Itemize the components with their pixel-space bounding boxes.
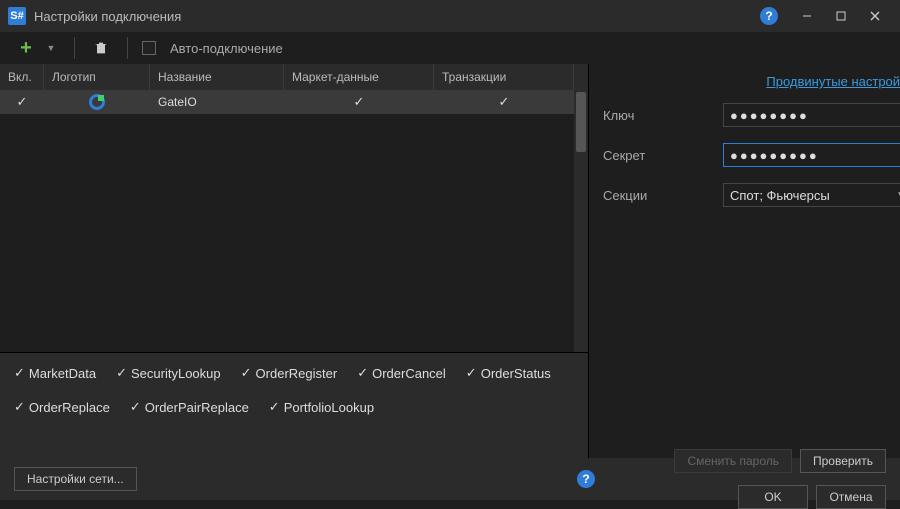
advanced-settings-link[interactable]: Продвинутые настройки bbox=[766, 74, 900, 89]
cell-logo bbox=[44, 90, 150, 114]
check-icon: ✓ bbox=[14, 365, 25, 381]
cap-label: PortfolioLookup bbox=[284, 400, 374, 415]
cap-label: OrderPairReplace bbox=[145, 400, 249, 415]
cap-label: OrderStatus bbox=[481, 366, 551, 381]
divider bbox=[127, 37, 128, 59]
cap-item[interactable]: ✓ PortfolioLookup bbox=[269, 399, 374, 415]
sections-value: Спот; Фьючерсы bbox=[730, 188, 830, 203]
cap-label: OrderRegister bbox=[256, 366, 338, 381]
check-icon: ✓ bbox=[241, 365, 252, 381]
grid-body[interactable]: ✓ GateIO ✓ ✓ bbox=[0, 90, 588, 352]
cap-item[interactable]: ✓ OrderPairReplace bbox=[130, 399, 249, 415]
cancel-button[interactable]: Отмена bbox=[816, 485, 886, 509]
col-logo[interactable]: Логотип bbox=[44, 64, 150, 90]
help-icon[interactable]: ? bbox=[577, 470, 595, 488]
capabilities-panel: ✓ MarketData ✓ SecurityLookup ✓ OrderRegist… bbox=[0, 352, 588, 458]
add-button[interactable]: + bbox=[14, 34, 38, 62]
cap-label: OrderReplace bbox=[29, 400, 110, 415]
check-icon: ✓ bbox=[130, 399, 141, 415]
cap-item[interactable]: ✓ SecurityLookup bbox=[116, 365, 221, 381]
network-settings-button[interactable]: Настройки сети... bbox=[14, 467, 137, 491]
gateio-logo-icon bbox=[89, 94, 105, 110]
window-title: Настройки подключения bbox=[34, 9, 760, 24]
properties-panel: Продвинутые настройки Ключ Секрет Секции… bbox=[589, 64, 900, 458]
cap-label: MarketData bbox=[29, 366, 96, 381]
secret-label: Секрет bbox=[603, 148, 723, 163]
divider bbox=[74, 37, 75, 59]
help-icon[interactable]: ? bbox=[760, 7, 778, 25]
cap-item[interactable]: ✓ OrderRegister bbox=[241, 365, 338, 381]
cap-item[interactable]: ✓ OrderReplace bbox=[14, 399, 110, 415]
plus-icon: + bbox=[20, 37, 32, 60]
close-button[interactable] bbox=[858, 4, 892, 28]
col-transactions[interactable]: Транзакции bbox=[434, 64, 574, 90]
cell-enabled[interactable]: ✓ bbox=[0, 90, 44, 114]
autoconnect-label: Авто-подключение bbox=[170, 41, 283, 56]
col-scrollspace bbox=[574, 64, 588, 90]
app-logo: S# bbox=[8, 7, 26, 25]
col-market-data[interactable]: Маркет-данные bbox=[284, 64, 434, 90]
chevron-down-icon: ▼ bbox=[896, 190, 900, 201]
secret-input[interactable] bbox=[723, 143, 900, 167]
grid-header: Вкл. Логотип Название Маркет-данные Тран… bbox=[0, 64, 588, 90]
grid-scrollbar[interactable] bbox=[574, 90, 588, 352]
check-icon: ✓ bbox=[466, 365, 477, 381]
chevron-down-icon: ▼ bbox=[47, 43, 56, 53]
connections-panel: Вкл. Логотип Название Маркет-данные Тран… bbox=[0, 64, 589, 458]
cell-transactions[interactable]: ✓ bbox=[434, 90, 574, 114]
check-icon: ✓ bbox=[116, 365, 127, 381]
check-icon: ✓ bbox=[17, 94, 28, 110]
cell-name: GateIO bbox=[150, 90, 284, 114]
cap-label: SecurityLookup bbox=[131, 366, 221, 381]
check-icon: ✓ bbox=[14, 399, 25, 415]
scroll-thumb[interactable] bbox=[576, 92, 586, 152]
titlebar: S# Настройки подключения ? bbox=[0, 0, 900, 32]
footer: Настройки сети... ? Сменить пароль Прове… bbox=[0, 458, 900, 500]
cap-item[interactable]: ✓ OrderStatus bbox=[466, 365, 551, 381]
col-name[interactable]: Название bbox=[150, 64, 284, 90]
trash-icon bbox=[93, 40, 109, 56]
autoconnect-checkbox[interactable] bbox=[142, 41, 156, 55]
check-icon: ✓ bbox=[357, 365, 368, 381]
delete-button[interactable] bbox=[89, 34, 113, 62]
col-enabled[interactable]: Вкл. bbox=[0, 64, 44, 90]
cap-item[interactable]: ✓ OrderCancel bbox=[357, 365, 446, 381]
cap-label: OrderCancel bbox=[372, 366, 446, 381]
sections-label: Секции bbox=[603, 188, 723, 203]
ok-button[interactable]: OK bbox=[738, 485, 808, 509]
maximize-button[interactable] bbox=[824, 4, 858, 28]
change-password-button: Сменить пароль bbox=[674, 449, 792, 473]
key-label: Ключ bbox=[603, 108, 723, 123]
key-input[interactable] bbox=[723, 103, 900, 127]
advanced-link-row: Продвинутые настройки bbox=[603, 74, 900, 89]
sections-select[interactable]: Спот; Фьючерсы ▼ bbox=[723, 183, 900, 207]
check-icon: ✓ bbox=[499, 94, 510, 110]
add-dropdown[interactable]: ▼ bbox=[46, 34, 60, 62]
cap-item[interactable]: ✓ MarketData bbox=[14, 365, 96, 381]
toolbar: + ▼ Авто-подключение bbox=[0, 32, 900, 64]
check-icon: ✓ bbox=[354, 94, 365, 110]
verify-button[interactable]: Проверить bbox=[800, 449, 886, 473]
minimize-button[interactable] bbox=[790, 4, 824, 28]
check-icon: ✓ bbox=[269, 399, 280, 415]
table-row[interactable]: ✓ GateIO ✓ ✓ bbox=[0, 90, 588, 114]
cell-market-data[interactable]: ✓ bbox=[284, 90, 434, 114]
